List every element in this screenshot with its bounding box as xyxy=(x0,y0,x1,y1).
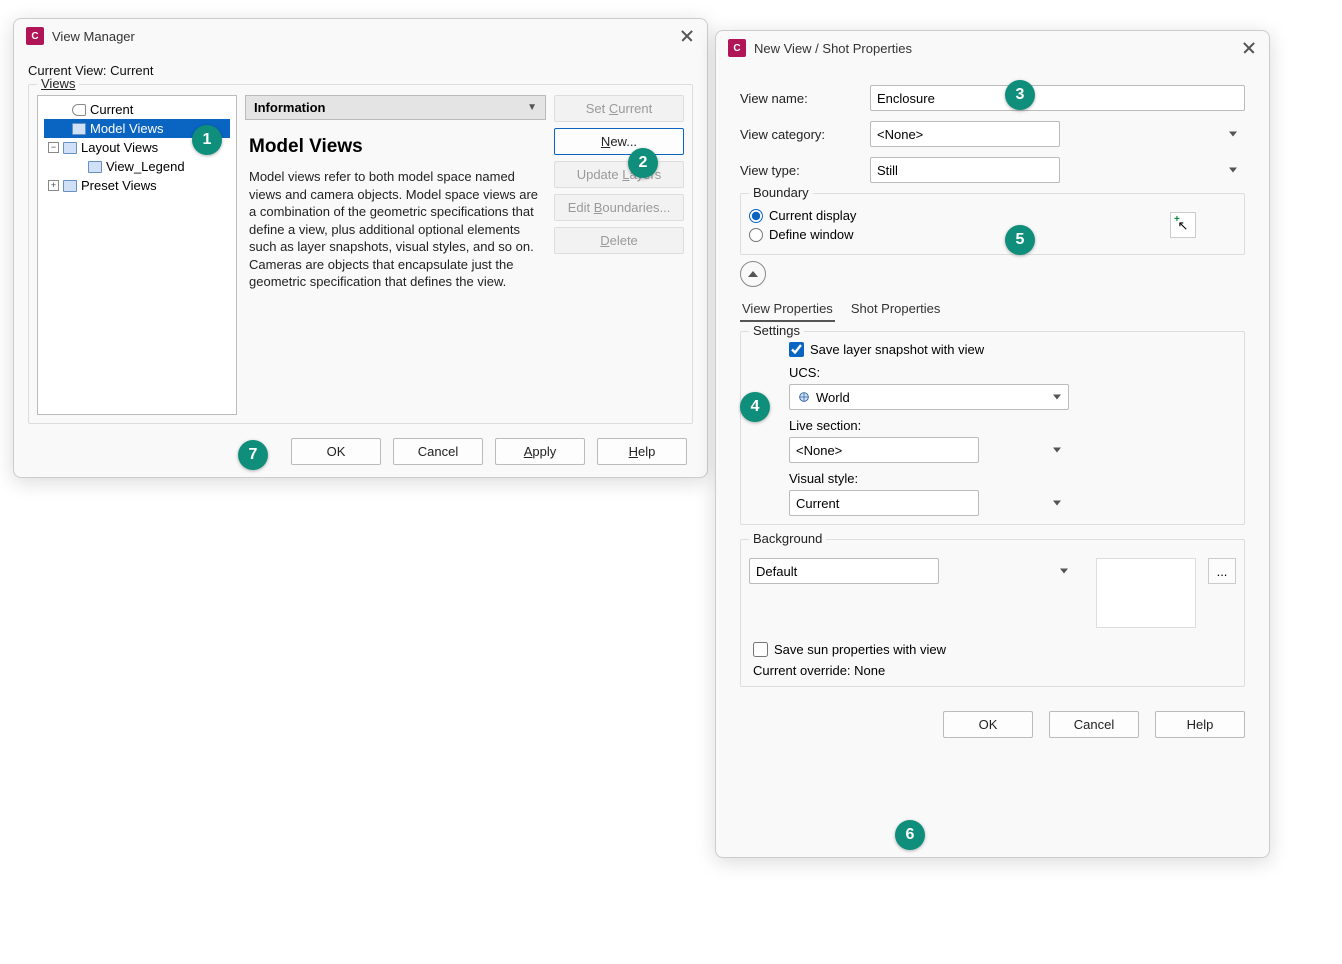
tab-view-properties[interactable]: View Properties xyxy=(740,297,835,322)
views-fieldset: Views Current Model Views − Layou xyxy=(28,84,693,424)
settings-fieldset: Settings Save layer snapshot with view U… xyxy=(740,331,1245,525)
save-layer-snapshot-checkbox[interactable] xyxy=(789,342,804,357)
view-category-select[interactable] xyxy=(870,121,1060,147)
info-title: Model Views xyxy=(249,136,542,158)
step-badge-3: 3 xyxy=(1005,80,1035,110)
tab-row: View Properties Shot Properties xyxy=(740,297,1245,323)
background-select[interactable] xyxy=(749,558,939,584)
app-icon: C xyxy=(26,27,44,45)
world-icon xyxy=(796,390,812,404)
new-view-button[interactable]: New... xyxy=(554,128,684,155)
background-preview xyxy=(1096,558,1196,628)
view-type-label: View type: xyxy=(740,163,870,178)
ok-button[interactable]: OK xyxy=(291,438,381,465)
cancel-button[interactable]: Cancel xyxy=(1049,711,1139,738)
new-view-dialog: C New View / Shot Properties View name: … xyxy=(715,30,1270,858)
tree-label: Model Views xyxy=(90,121,163,136)
help-button[interactable]: Help xyxy=(1155,711,1245,738)
background-fieldset: Background ... Save sun properties with … xyxy=(740,539,1245,687)
tree-item-preset-views[interactable]: + Preset Views xyxy=(44,176,230,195)
vm-action-buttons: Set Current New... Update Layers Edit Bo… xyxy=(554,95,684,415)
view-category-label: View category: xyxy=(740,127,870,142)
cancel-button[interactable]: Cancel xyxy=(393,438,483,465)
step-badge-5: 5 xyxy=(1005,225,1035,255)
update-layers-button: Update Layers xyxy=(554,161,684,188)
save-layer-snapshot-label: Save layer snapshot with view xyxy=(810,342,984,357)
nv-title: New View / Shot Properties xyxy=(754,41,1241,56)
plus-icon: + xyxy=(1174,214,1180,225)
vm-titlebar: C View Manager xyxy=(14,19,707,53)
ucs-select[interactable]: World xyxy=(789,384,1069,410)
live-section-select[interactable] xyxy=(789,437,979,463)
info-header[interactable]: Information ▼ xyxy=(245,95,546,120)
help-button[interactable]: Help xyxy=(597,438,687,465)
boundary-fieldset: Boundary Current display Define window +… xyxy=(740,193,1245,255)
view-manager-dialog: C View Manager Current View: Current Vie… xyxy=(13,18,708,478)
current-display-radio[interactable] xyxy=(749,209,763,223)
vm-title: View Manager xyxy=(52,29,679,44)
define-window-pick-button[interactable]: + ↖ xyxy=(1170,212,1196,238)
view-name-input[interactable] xyxy=(870,85,1245,111)
current-view-icon xyxy=(72,104,86,116)
ucs-value: World xyxy=(816,390,850,405)
step-badge-1: 1 xyxy=(192,125,222,155)
tree-item-current[interactable]: Current xyxy=(44,100,230,119)
tab-shot-properties[interactable]: Shot Properties xyxy=(849,297,943,322)
apply-button[interactable]: Apply xyxy=(495,438,585,465)
close-icon[interactable] xyxy=(1241,40,1257,56)
save-sun-label: Save sun properties with view xyxy=(774,642,946,657)
tree-label: Current xyxy=(90,102,133,117)
save-sun-checkbox[interactable] xyxy=(753,642,768,657)
current-display-label: Current display xyxy=(769,208,856,223)
chevron-up-icon xyxy=(748,271,758,277)
tree-label: View_Legend xyxy=(106,159,185,174)
override-label: Current override: None xyxy=(753,663,1236,678)
nv-footer: OK Cancel Help xyxy=(740,711,1245,738)
delete-button: Delete xyxy=(554,227,684,254)
collapse-icon[interactable]: − xyxy=(48,142,59,153)
close-icon[interactable] xyxy=(679,28,695,44)
ok-button[interactable]: OK xyxy=(943,711,1033,738)
ucs-label: UCS: xyxy=(789,365,1236,380)
background-browse-button[interactable]: ... xyxy=(1208,558,1236,584)
vm-footer: OK Cancel Apply Help xyxy=(28,438,687,465)
view-type-select[interactable] xyxy=(870,157,1060,183)
background-label: Background xyxy=(749,531,826,546)
chevron-down-icon: ▼ xyxy=(527,102,537,113)
layout-views-icon xyxy=(63,142,77,154)
view-name-label: View name: xyxy=(740,91,870,106)
tree-label: Preset Views xyxy=(81,178,157,193)
visual-style-select[interactable] xyxy=(789,490,979,516)
nv-titlebar: C New View / Shot Properties xyxy=(716,31,1269,65)
expand-icon[interactable]: + xyxy=(48,180,59,191)
current-view-label: Current View: Current xyxy=(28,63,693,78)
visual-style-label: Visual style: xyxy=(789,471,1236,486)
boundary-label: Boundary xyxy=(749,185,813,200)
preset-views-icon xyxy=(63,180,77,192)
define-window-label: Define window xyxy=(769,227,854,242)
views-fieldset-label: Views xyxy=(37,76,79,91)
live-section-label: Live section: xyxy=(789,418,1236,433)
set-current-button: Set Current xyxy=(554,95,684,122)
tree-label: Layout Views xyxy=(81,140,158,155)
step-badge-4: 4 xyxy=(740,392,770,422)
collapse-toggle-button[interactable] xyxy=(740,261,766,287)
app-icon: C xyxy=(728,39,746,57)
step-badge-7: 7 xyxy=(238,440,268,470)
model-views-icon xyxy=(72,123,86,135)
info-body: Model views refer to both model space na… xyxy=(249,168,542,291)
step-badge-2: 2 xyxy=(628,148,658,178)
info-panel: Information ▼ Model Views Model views re… xyxy=(245,95,546,415)
info-header-label: Information xyxy=(254,100,326,115)
layout-view-icon xyxy=(88,161,102,173)
step-badge-6: 6 xyxy=(895,820,925,850)
define-window-radio[interactable] xyxy=(749,228,763,242)
settings-label: Settings xyxy=(749,323,804,338)
tree-item-view-legend[interactable]: View_Legend xyxy=(44,157,230,176)
edit-boundaries-button: Edit Boundaries... xyxy=(554,194,684,221)
